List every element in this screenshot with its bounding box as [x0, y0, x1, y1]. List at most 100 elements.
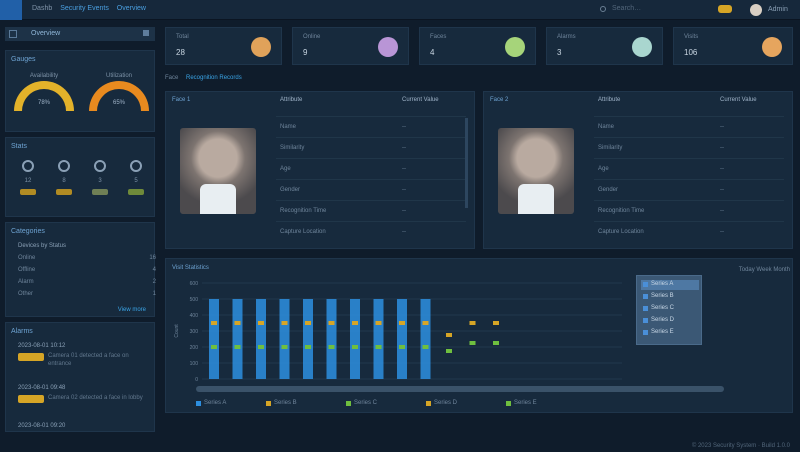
bar[interactable]	[420, 299, 431, 379]
data-point[interactable]	[399, 321, 405, 325]
data-point[interactable]	[352, 345, 358, 349]
tab-row: Face Recognition Records	[165, 75, 242, 81]
data-point[interactable]	[422, 345, 429, 349]
series-dropdown[interactable]: Series A Series B Series C Series D Seri…	[636, 275, 702, 345]
breadcrumb-item[interactable]: Overview	[117, 5, 146, 12]
stat-icon	[94, 160, 106, 172]
list-item[interactable]: Online 16	[18, 255, 156, 265]
table-row: Similarity --	[276, 137, 466, 158]
list-item-label: Alarm	[18, 279, 34, 285]
stat-card[interactable]: Visits 106	[673, 27, 793, 65]
bar[interactable]	[326, 299, 337, 379]
data-point[interactable]	[258, 345, 264, 349]
data-point[interactable]	[399, 345, 405, 349]
stat-item: 8	[48, 156, 80, 216]
menu-toggle-icon[interactable]	[9, 30, 17, 38]
pin-icon[interactable]	[143, 30, 149, 36]
bar[interactable]	[397, 299, 407, 379]
y-tick-label: 100	[190, 361, 199, 367]
stat-card[interactable]: Online 9	[292, 27, 409, 65]
bar[interactable]	[373, 299, 384, 379]
dropdown-option[interactable]: Series D	[641, 316, 699, 326]
bar[interactable]	[209, 299, 219, 379]
cell-attribute: Capture Location	[280, 229, 326, 235]
dropdown-option[interactable]: Series E	[641, 328, 699, 338]
cell-attribute: Similarity	[598, 145, 623, 151]
data-point[interactable]	[352, 321, 358, 325]
data-point[interactable]	[328, 321, 335, 325]
data-point[interactable]	[469, 321, 476, 325]
list-item[interactable]: Other 1	[18, 291, 156, 301]
table-row: Name --	[276, 116, 466, 137]
list-item[interactable]: Alarm 2	[18, 279, 156, 289]
bar[interactable]	[279, 299, 290, 379]
table-row: Gender --	[594, 179, 784, 200]
table-row: Gender --	[276, 179, 466, 200]
data-point[interactable]	[305, 345, 311, 349]
user-name[interactable]: Admin	[768, 6, 788, 13]
dropdown-option[interactable]: Series B	[641, 292, 699, 302]
data-point[interactable]	[234, 345, 241, 349]
data-point[interactable]	[281, 345, 288, 349]
dropdown-option[interactable]: Series A	[641, 280, 699, 290]
chart-scrollbar[interactable]	[196, 386, 724, 392]
view-more-link[interactable]: View more	[118, 307, 146, 313]
cell-value: --	[402, 166, 406, 172]
scrollbar[interactable]	[465, 118, 468, 208]
data-point[interactable]	[281, 321, 288, 325]
breadcrumb-item[interactable]: Dashb	[32, 5, 52, 12]
alarm-time: 2023-08-01 10:12	[18, 343, 66, 349]
cell-value: --	[402, 124, 406, 130]
data-point[interactable]	[422, 321, 429, 325]
panel-title: Stats	[11, 143, 27, 150]
cell-attribute: Capture Location	[598, 229, 644, 235]
breadcrumb-item[interactable]: Security Events	[60, 5, 109, 12]
data-point[interactable]	[211, 345, 217, 349]
stat-card[interactable]: Total 28	[165, 27, 282, 65]
cell-attribute: Name	[280, 124, 297, 130]
alarm-item[interactable]: 2023-08-01 09:48 Camera 02 detected a fa…	[18, 385, 153, 421]
stat-card[interactable]: Faces 4	[419, 27, 536, 65]
range-selector[interactable]: Today Week Month	[710, 267, 790, 273]
column-header: Current Value	[720, 97, 757, 103]
card-label: Total	[176, 34, 189, 40]
data-point[interactable]	[305, 321, 311, 325]
dropdown-option[interactable]: Series C	[641, 304, 699, 314]
table-row: Capture Location --	[594, 221, 784, 242]
data-point[interactable]	[328, 345, 335, 349]
stat-card[interactable]: Alarms 3	[546, 27, 663, 65]
data-point[interactable]	[493, 341, 499, 345]
bar[interactable]	[350, 299, 360, 379]
stat-value: 3	[98, 178, 102, 184]
alarm-time[interactable]: 2023-08-01 09:20	[18, 423, 65, 429]
data-point[interactable]	[234, 321, 241, 325]
bar[interactable]	[232, 299, 243, 379]
tab-face[interactable]: Face	[165, 75, 178, 81]
list-item[interactable]: Offline 4	[18, 267, 156, 277]
data-point[interactable]	[258, 321, 264, 325]
data-point[interactable]	[446, 333, 452, 337]
app-logo[interactable]	[0, 0, 22, 20]
data-point[interactable]	[211, 321, 217, 325]
data-point[interactable]	[446, 349, 452, 353]
bar[interactable]	[256, 299, 266, 379]
gauge-label: Availability	[29, 73, 59, 79]
data-point[interactable]	[375, 345, 382, 349]
bar[interactable]	[303, 299, 313, 379]
tab-recognition-records[interactable]: Recognition Records	[186, 75, 242, 81]
panel-title: Face 2	[490, 97, 509, 103]
list-header: Devices by Status	[18, 243, 67, 249]
avatar[interactable]	[750, 4, 762, 16]
search-input[interactable]: Search…	[600, 5, 696, 15]
card-value: 106	[684, 48, 698, 57]
data-point[interactable]	[375, 321, 382, 325]
notification-icon[interactable]	[718, 5, 732, 13]
column-header: Attribute	[598, 97, 621, 103]
gauge-utilization: Utilization 65%	[88, 73, 150, 113]
alarm-item[interactable]: 2023-08-01 10:12 Camera 01 detected a fa…	[18, 343, 153, 379]
footer: © 2023 Security System · Build 1.0.0	[691, 443, 790, 449]
cell-value: --	[720, 166, 724, 172]
data-point[interactable]	[469, 341, 476, 345]
list-item-value: 2	[152, 279, 156, 285]
data-point[interactable]	[493, 321, 499, 325]
